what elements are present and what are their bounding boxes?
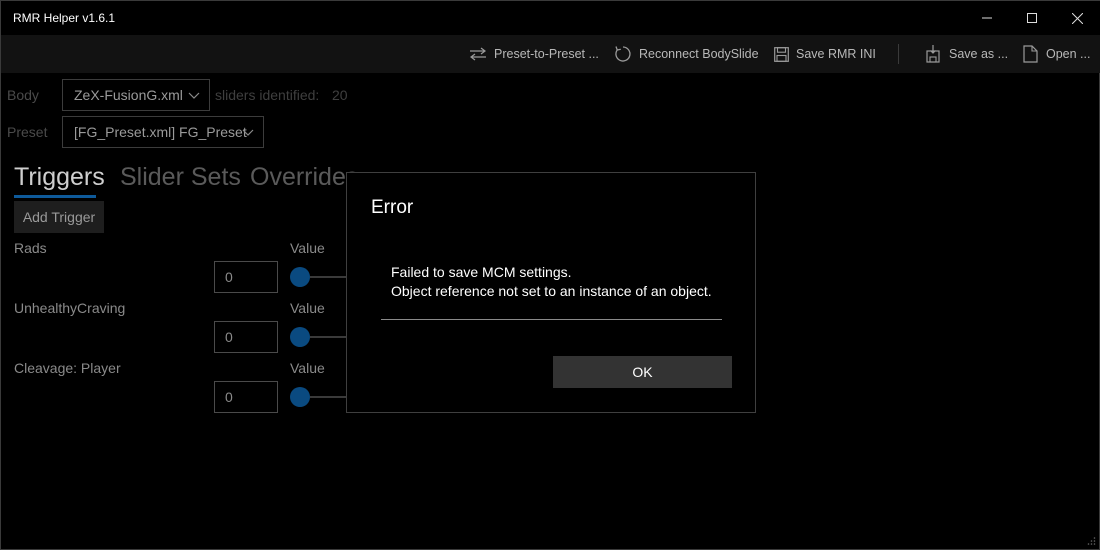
minimize-button[interactable]	[964, 1, 1010, 35]
minimize-icon	[982, 17, 992, 19]
trigger-name: Cleavage: Player	[14, 360, 121, 376]
trigger-slider-track[interactable]	[310, 276, 350, 278]
close-icon	[1071, 12, 1083, 24]
open-button[interactable]: Open ...	[1023, 35, 1090, 73]
title-bar: RMR Helper v1.6.1	[1, 1, 1100, 35]
dialog-message-line-2: Object reference not set to an instance …	[391, 283, 712, 299]
preset-select[interactable]: [FG_Preset.xml] FG_Preset	[62, 116, 264, 148]
preset-to-preset-button[interactable]: Preset-to-Preset ...	[469, 35, 599, 73]
chevron-down-icon	[242, 129, 254, 136]
trigger-name: UnhealthyCraving	[14, 300, 126, 316]
save-as-button[interactable]: Save as ...	[926, 35, 1008, 73]
value-label: Value	[290, 300, 325, 316]
maximize-icon	[1027, 13, 1037, 23]
tab-active-indicator	[14, 195, 96, 198]
toolbar-divider	[898, 44, 899, 64]
save-rmr-ini-button[interactable]: Save RMR INI	[774, 35, 876, 73]
dialog-title: Error	[371, 197, 414, 218]
dialog-message-line-1: Failed to save MCM settings.	[391, 264, 572, 280]
trigger-slider-thumb[interactable]	[290, 267, 310, 287]
floppy-disk-icon	[774, 46, 789, 62]
maximize-button[interactable]	[1009, 1, 1055, 35]
app-title: RMR Helper v1.6.1	[13, 11, 116, 25]
open-label: Open ...	[1046, 47, 1091, 61]
reconnect-bodyslide-button[interactable]: Reconnect BodySlide	[614, 35, 759, 73]
sliders-identified-label: sliders identified:	[215, 87, 320, 103]
sliders-identified-count: 20	[332, 87, 348, 103]
ok-button[interactable]: OK	[553, 356, 732, 388]
resize-grip-icon[interactable]	[1086, 536, 1096, 546]
command-bar: Preset-to-Preset ... Reconnect BodySlide…	[1, 35, 1100, 73]
chevron-down-icon	[188, 92, 200, 99]
trigger-name: Rads	[14, 240, 47, 256]
dialog-divider	[381, 319, 722, 320]
trigger-value-input[interactable]: 0	[214, 381, 278, 413]
body-select[interactable]: ZeX-FusionG.xml	[62, 79, 210, 111]
body-select-value: ZeX-FusionG.xml	[74, 87, 183, 103]
save-ini-label: Save RMR INI	[796, 47, 876, 61]
preset-select-value: [FG_Preset.xml] FG_Preset	[74, 124, 247, 140]
preset-label: Preset	[7, 124, 48, 140]
value-label: Value	[290, 360, 325, 376]
value-label: Value	[290, 240, 325, 256]
swap-arrows-icon	[470, 47, 486, 61]
reconnect-label: Reconnect BodySlide	[639, 47, 759, 61]
tab-overrides[interactable]: Overrides	[250, 163, 358, 192]
document-icon	[1023, 45, 1038, 63]
trigger-value-input[interactable]: 0	[214, 321, 278, 353]
add-trigger-button[interactable]: Add Trigger	[14, 201, 104, 233]
trigger-slider-thumb[interactable]	[290, 327, 310, 347]
app-window: RMR Helper v1.6.1 Preset-to-Preset ... R…	[0, 0, 1100, 550]
trigger-slider-track[interactable]	[310, 336, 350, 338]
tab-triggers[interactable]: Triggers	[14, 163, 105, 192]
trigger-value-input[interactable]: 0	[214, 261, 278, 293]
dialog-message: Failed to save MCM settings. Object refe…	[391, 263, 712, 301]
close-button[interactable]	[1054, 1, 1100, 35]
refresh-icon	[615, 46, 631, 62]
save-as-label: Save as ...	[949, 47, 1009, 61]
tab-slider-sets[interactable]: Slider Sets	[120, 163, 241, 192]
trigger-slider-track[interactable]	[310, 396, 350, 398]
save-as-icon	[926, 45, 940, 63]
trigger-slider-thumb[interactable]	[290, 387, 310, 407]
error-dialog: Error Failed to save MCM settings. Objec…	[346, 172, 756, 413]
body-label: Body	[7, 87, 39, 103]
preset-to-preset-label: Preset-to-Preset ...	[494, 47, 599, 61]
